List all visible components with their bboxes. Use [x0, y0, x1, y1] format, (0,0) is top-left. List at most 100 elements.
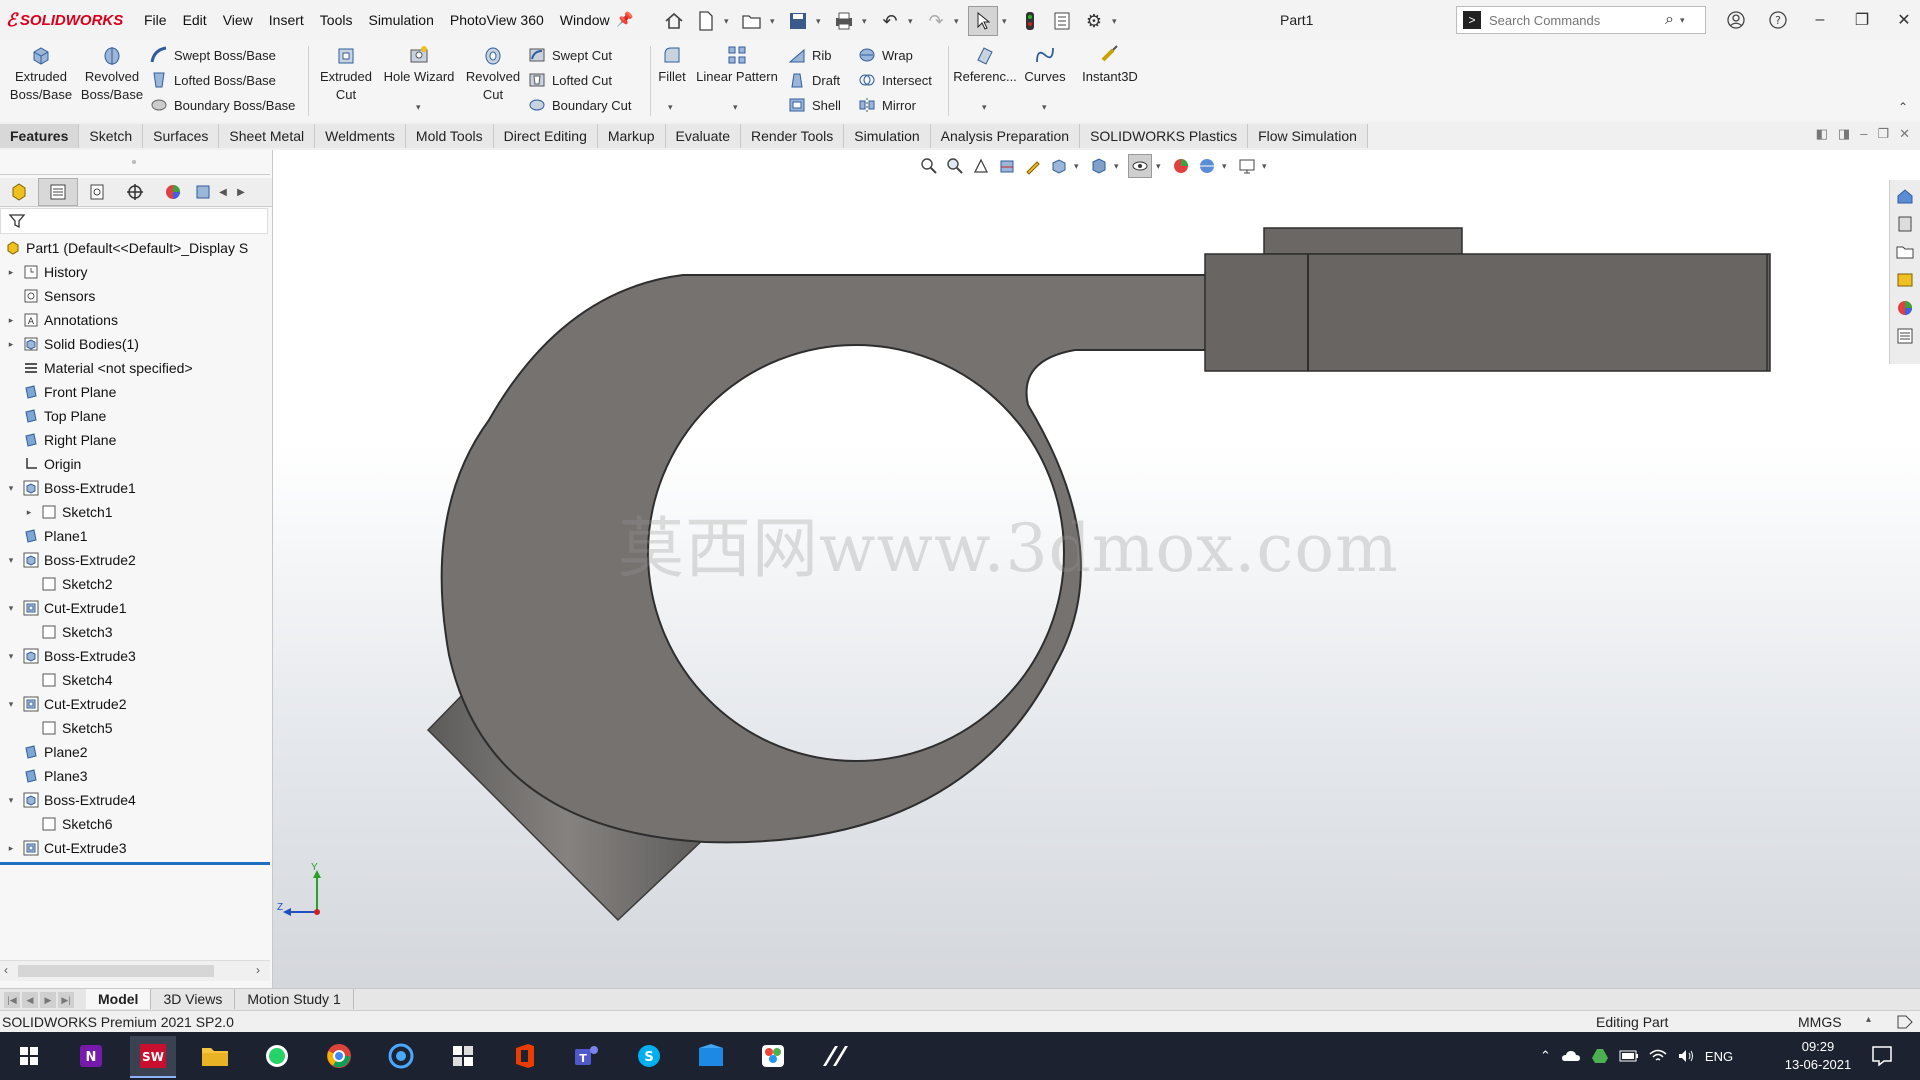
hole-wizard-button[interactable]: Hole Wizard	[380, 44, 458, 86]
app-icon[interactable]	[440, 1036, 486, 1076]
prev-tab-icon[interactable]: ◀	[22, 992, 38, 1008]
undo-icon[interactable]: ↶	[876, 7, 904, 35]
teams-icon[interactable]: T	[564, 1036, 610, 1076]
tab-sketch[interactable]: Sketch	[79, 124, 144, 148]
chrome-icon[interactable]	[316, 1036, 362, 1076]
menu-window[interactable]: Window	[552, 10, 618, 30]
lofted-boss-button[interactable]: Lofted Boss/Base	[150, 69, 276, 91]
tab-simulation[interactable]: Simulation	[844, 124, 931, 148]
tree-item[interactable]: Sketch4	[0, 668, 270, 692]
property-manager-tab-icon[interactable]	[38, 178, 78, 206]
app2-icon[interactable]	[812, 1036, 858, 1076]
tree-item[interactable]: Plane1	[0, 524, 270, 548]
doc-minimize-icon[interactable]: –	[1860, 126, 1867, 142]
next-tab-icon[interactable]: ▶	[40, 992, 56, 1008]
rollback-bar[interactable]	[0, 862, 270, 865]
tab-markup[interactable]: Markup	[597, 124, 666, 148]
browser-icon[interactable]	[378, 1036, 424, 1076]
tab-sheet-metal[interactable]: Sheet Metal	[219, 124, 316, 148]
select-arrow-icon[interactable]	[968, 6, 998, 36]
tree-item[interactable]: ▸ A Annotations	[0, 308, 270, 332]
feature-manager-tab-icon[interactable]	[0, 179, 38, 205]
system-clock[interactable]: 09:29 13-06-2021	[1780, 1038, 1856, 1074]
search-input[interactable]	[1487, 11, 1661, 29]
print-icon[interactable]	[830, 7, 858, 35]
tree-item[interactable]: Front Plane	[0, 380, 270, 404]
menu-tools[interactable]: Tools	[312, 10, 361, 30]
appearances-icon[interactable]	[1894, 296, 1916, 320]
status-units[interactable]: MMGS	[1798, 1014, 1842, 1030]
tree-item[interactable]: Sketch6	[0, 812, 270, 836]
tree-item[interactable]: Plane2	[0, 740, 270, 764]
extra-tab-icon[interactable]	[192, 179, 214, 205]
menu-view[interactable]: View	[215, 10, 261, 30]
collapse-arrow-icon[interactable]: ▾	[4, 555, 18, 566]
menu-photoview[interactable]: PhotoView 360	[442, 10, 552, 30]
tree-item[interactable]: Origin	[0, 452, 270, 476]
last-tab-icon[interactable]: ▶|	[58, 992, 74, 1008]
tree-item[interactable]: ▾ Boss-Extrude4	[0, 788, 270, 812]
menu-insert[interactable]: Insert	[261, 10, 312, 30]
new-document-icon[interactable]	[692, 7, 720, 35]
scroll-thumb[interactable]	[18, 965, 214, 977]
skype-icon[interactable]: S	[626, 1036, 672, 1076]
dimxpert-tab-icon[interactable]	[116, 179, 154, 205]
solidworks-resources-icon[interactable]	[1894, 184, 1916, 208]
first-tab-icon[interactable]: |◀	[4, 992, 20, 1008]
mirror-button[interactable]: Mirror	[858, 94, 916, 116]
reference-geometry-button[interactable]: Referenc...	[952, 44, 1018, 86]
collapse-arrow-icon[interactable]: ▾	[4, 603, 18, 614]
media-icon[interactable]	[688, 1036, 734, 1076]
reference-dropdown-icon[interactable]: ▾	[982, 102, 987, 113]
scroll-right-arrow-icon[interactable]: ›	[256, 963, 260, 977]
shell-button[interactable]: Shell	[788, 94, 841, 116]
tab-surfaces[interactable]: Surfaces	[143, 124, 220, 148]
tree-item[interactable]: ▸ Solid Bodies(1)	[0, 332, 270, 356]
graphics-area[interactable]: ▾ ▾ ▾ ▾ ▾ 莫西网www.3dmox.com Y Z	[273, 150, 1920, 988]
wrap-button[interactable]: Wrap	[858, 44, 913, 66]
tab-analysis-preparation[interactable]: Analysis Preparation	[930, 124, 1081, 148]
tree-item[interactable]: Sensors	[0, 284, 270, 308]
tree-item[interactable]: ▸ History	[0, 260, 270, 284]
tree-item[interactable]: Part1 (Default<<Default>_Display S	[0, 236, 270, 260]
collapse-ribbon-icon[interactable]: ⌃	[1898, 100, 1908, 114]
doc-restore-icon[interactable]: ❐	[1877, 126, 1889, 142]
home-icon[interactable]	[660, 7, 688, 35]
tab-render-tools[interactable]: Render Tools	[741, 124, 845, 148]
design-library-icon[interactable]	[1894, 212, 1916, 236]
file-explorer-icon[interactable]	[192, 1036, 238, 1076]
tab-direct-editing[interactable]: Direct Editing	[493, 124, 598, 148]
tree-item[interactable]: Top Plane	[0, 404, 270, 428]
tree-item[interactable]: ▾ Boss-Extrude1	[0, 476, 270, 500]
tab-flow-simulation[interactable]: Flow Simulation	[1248, 124, 1368, 148]
rib-button[interactable]: Rib	[788, 44, 832, 66]
options-dropdown-icon[interactable]: ▾	[1112, 16, 1122, 27]
fillet-button[interactable]: Fillet	[654, 44, 690, 86]
redo-dropdown-icon[interactable]: ▾	[954, 16, 964, 27]
tree-item[interactable]: Sketch2	[0, 572, 270, 596]
tab-model[interactable]: Model	[86, 989, 152, 1009]
expand-arrow-icon[interactable]: ▸	[4, 315, 18, 326]
file-explorer-pane-icon[interactable]	[1894, 240, 1916, 264]
tree-item[interactable]: ▾ Cut-Extrude2	[0, 692, 270, 716]
tab-evaluate[interactable]: Evaluate	[665, 124, 742, 148]
save-icon[interactable]	[784, 7, 812, 35]
options-gear-icon[interactable]: ⚙	[1080, 7, 1108, 35]
tray-overflow-icon[interactable]: ⌃	[1540, 1048, 1551, 1064]
hole-wizard-dropdown-icon[interactable]: ▾	[416, 102, 421, 113]
search-dropdown-icon[interactable]: ▾	[1680, 15, 1685, 26]
traffic-light-icon[interactable]	[1016, 7, 1044, 35]
boundary-cut-button[interactable]: Boundary Cut	[528, 94, 632, 116]
lofted-cut-button[interactable]: Lofted Cut	[528, 69, 612, 91]
revolved-boss-button[interactable]: Revolved Boss/Base	[78, 44, 146, 104]
expand-arrow-icon[interactable]: ▸	[4, 339, 18, 350]
intersect-button[interactable]: Intersect	[858, 69, 932, 91]
tree-item[interactable]: Sketch5	[0, 716, 270, 740]
whatsapp-icon[interactable]	[254, 1036, 300, 1076]
print-dropdown-icon[interactable]: ▾	[862, 16, 872, 27]
curves-button[interactable]: Curves	[1020, 44, 1070, 86]
tree-item[interactable]: Right Plane	[0, 428, 270, 452]
help-icon[interactable]: ?	[1758, 6, 1798, 34]
fillet-dropdown-icon[interactable]: ▾	[668, 102, 673, 113]
restore-icon[interactable]: ❐	[1842, 6, 1882, 34]
